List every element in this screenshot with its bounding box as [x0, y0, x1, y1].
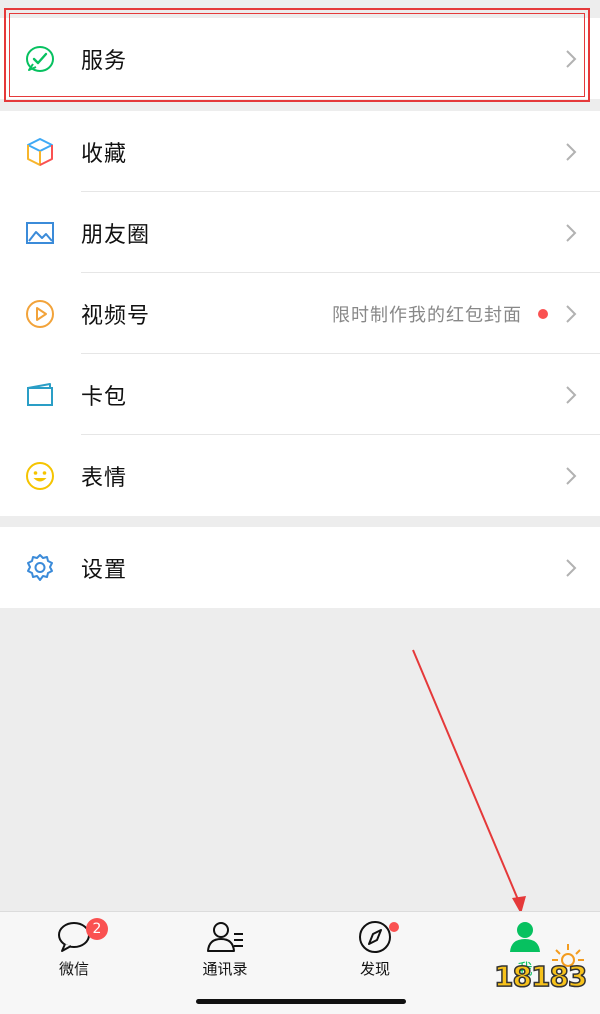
watermark-logo: 18183 [490, 938, 590, 1000]
tab-label: 通讯录 [202, 960, 248, 978]
tab-label: 发现 [359, 960, 390, 978]
discover-red-dot [389, 922, 399, 932]
tab-discover[interactable]: 发现 [325, 920, 425, 979]
unread-badge: 2 [86, 918, 108, 940]
watermark-text: 18183 [493, 959, 588, 994]
tab-label: 微信 [58, 960, 89, 978]
home-indicator [196, 999, 406, 1004]
contacts-icon [207, 922, 243, 952]
tab-chats[interactable]: 2 微信 [24, 918, 124, 979]
compass-icon [359, 921, 391, 953]
annotation-arrow [412, 649, 526, 914]
tab-contacts[interactable]: 通讯录 [175, 920, 275, 979]
